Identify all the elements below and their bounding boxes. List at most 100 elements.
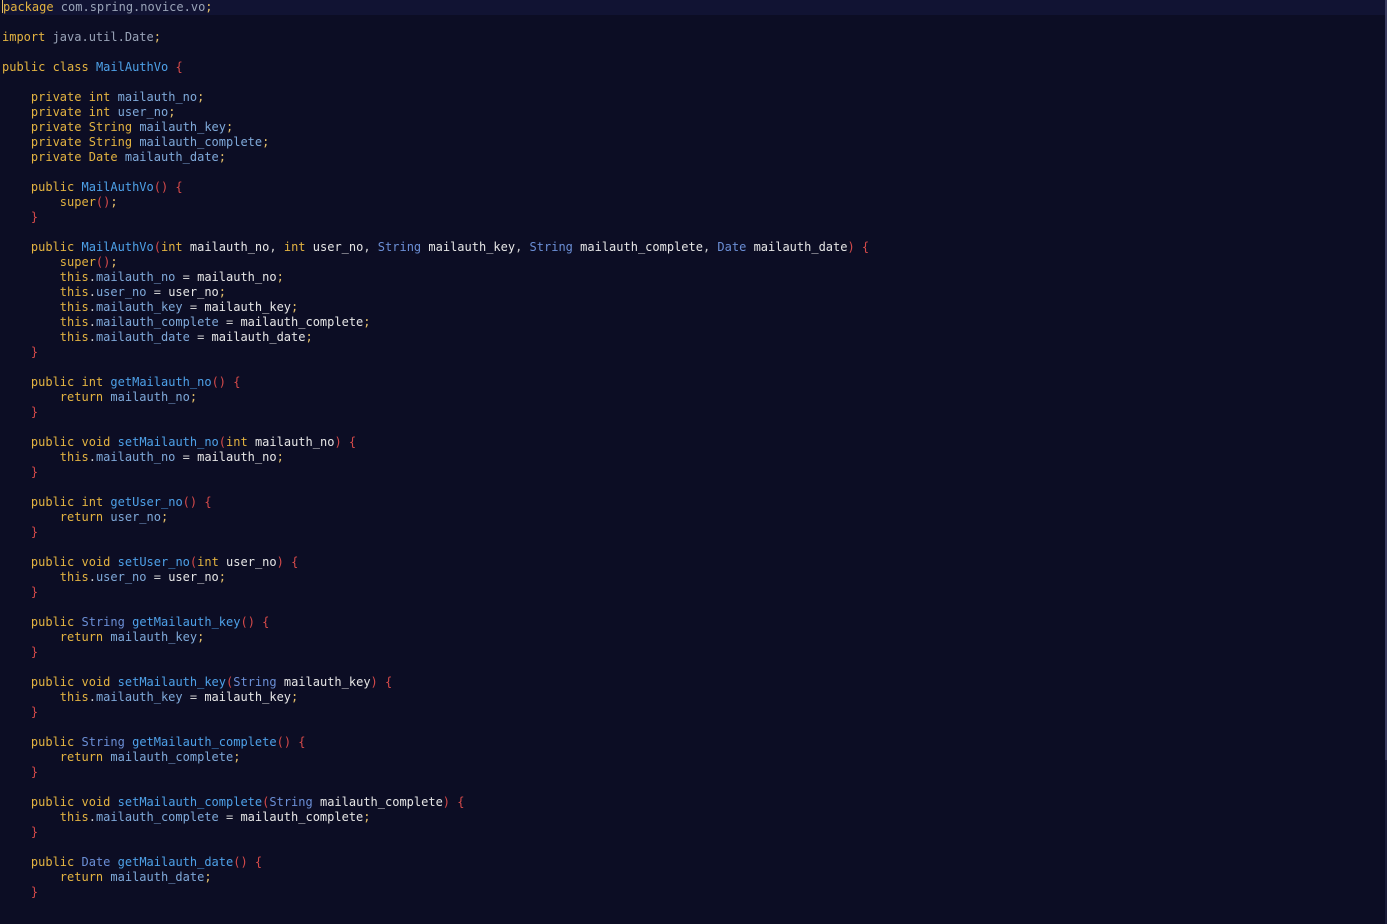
code-line[interactable]: return mailauth_date; (2, 870, 1387, 885)
code-token: = (182, 300, 205, 314)
code-token: mailauth_no (197, 450, 277, 464)
code-line[interactable]: public MailAuthVo(int mailauth_no, int u… (2, 240, 1387, 255)
code-line[interactable]: public void setMailauth_no(int mailauth_… (2, 435, 1387, 450)
code-line[interactable]: private Date mailauth_date; (2, 150, 1387, 165)
code-line[interactable]: return user_no; (2, 510, 1387, 525)
code-line[interactable] (2, 780, 1387, 795)
code-line[interactable]: public class MailAuthVo { (2, 60, 1387, 75)
code-line[interactable] (2, 165, 1387, 180)
code-line[interactable]: public void setMailauth_key(String maila… (2, 675, 1387, 690)
code-token: mailauth_date (110, 870, 205, 884)
code-line[interactable]: public void setMailauth_complete(String … (2, 795, 1387, 810)
code-line[interactable]: } (2, 705, 1387, 720)
code-line[interactable]: package com.spring.novice.vo; (2, 0, 1387, 15)
code-line[interactable]: this.mailauth_key = mailauth_key; (2, 690, 1387, 705)
code-line[interactable] (2, 660, 1387, 675)
code-line[interactable]: public int getMailauth_no() { (2, 375, 1387, 390)
code-token: user_no (95, 570, 147, 584)
code-line[interactable] (2, 840, 1387, 855)
code-line[interactable] (2, 225, 1387, 240)
code-token: int (88, 105, 111, 119)
code-line[interactable]: } (2, 585, 1387, 600)
code-token: user_no (117, 105, 169, 119)
code-token: mailauth_key (95, 690, 183, 704)
code-token: mailauth_no (197, 270, 277, 284)
code-line[interactable] (2, 720, 1387, 735)
code-line[interactable]: } (2, 645, 1387, 660)
code-line[interactable] (2, 480, 1387, 495)
code-line[interactable]: public String getMailauth_key() { (2, 615, 1387, 630)
code-token: String (269, 795, 313, 809)
code-token: class (52, 60, 89, 74)
code-token: mailauth_no (254, 435, 335, 449)
code-line[interactable]: } (2, 885, 1387, 900)
code-token: mailauth_complete (580, 240, 703, 254)
code-line[interactable]: } (2, 345, 1387, 360)
code-line[interactable]: this.user_no = user_no; (2, 285, 1387, 300)
code-line[interactable]: this.mailauth_no = mailauth_no; (2, 450, 1387, 465)
code-token: . (88, 450, 96, 464)
code-line[interactable]: import java.util.Date; (2, 30, 1387, 45)
code-line[interactable]: public String getMailauth_complete() { (2, 735, 1387, 750)
code-line[interactable]: this.mailauth_complete = mailauth_comple… (2, 315, 1387, 330)
code-line[interactable]: return mailauth_no; (2, 390, 1387, 405)
code-token: int (88, 90, 111, 104)
code-line[interactable]: } (2, 405, 1387, 420)
code-token: mailauth_complete (240, 810, 364, 824)
code-line[interactable] (2, 540, 1387, 555)
code-line[interactable]: this.mailauth_key = mailauth_key; (2, 300, 1387, 315)
code-token: } (30, 705, 39, 719)
code-line[interactable]: private int user_no; (2, 105, 1387, 120)
code-line[interactable] (2, 45, 1387, 60)
code-line[interactable]: } (2, 210, 1387, 225)
code-line[interactable]: this.mailauth_complete = mailauth_comple… (2, 810, 1387, 825)
code-line[interactable]: } (2, 765, 1387, 780)
code-editor[interactable]: package com.spring.novice.vo; import java… (0, 0, 1387, 924)
code-line[interactable]: public MailAuthVo() { (2, 180, 1387, 195)
code-line[interactable]: this.user_no = user_no; (2, 570, 1387, 585)
code-line[interactable]: return mailauth_key; (2, 630, 1387, 645)
code-token: () { (153, 180, 183, 194)
code-line[interactable] (2, 420, 1387, 435)
code-token: public (30, 240, 75, 254)
code-line[interactable]: return mailauth_complete; (2, 750, 1387, 765)
code-line[interactable]: private String mailauth_key; (2, 120, 1387, 135)
code-line[interactable]: public Date getMailauth_date() { (2, 855, 1387, 870)
code-line[interactable]: private int mailauth_no; (2, 90, 1387, 105)
code-token: return (59, 870, 104, 884)
code-line[interactable]: public void setUser_no(int user_no) { (2, 555, 1387, 570)
code-token: , (702, 240, 718, 254)
code-line[interactable]: } (2, 465, 1387, 480)
code-line[interactable] (2, 360, 1387, 375)
code-line[interactable]: private String mailauth_complete; (2, 135, 1387, 150)
code-line[interactable]: super(); (2, 255, 1387, 270)
code-line[interactable]: } (2, 825, 1387, 840)
code-token: this (59, 810, 89, 824)
code-token: . (88, 810, 96, 824)
code-line[interactable]: public int getUser_no() { (2, 495, 1387, 510)
code-token: String (88, 120, 133, 134)
code-token: ; (291, 690, 299, 704)
code-line[interactable] (2, 15, 1387, 30)
code-line[interactable]: super(); (2, 195, 1387, 210)
code-line[interactable] (2, 600, 1387, 615)
code-line[interactable] (2, 75, 1387, 90)
code-token: mailauth_no (95, 450, 176, 464)
code-token: ; (363, 810, 371, 824)
code-line[interactable]: this.mailauth_no = mailauth_no; (2, 270, 1387, 285)
code-area[interactable]: package com.spring.novice.vo; import java… (2, 0, 1387, 900)
code-token: this (59, 270, 89, 284)
code-line[interactable]: this.mailauth_date = mailauth_date; (2, 330, 1387, 345)
code-line[interactable]: } (2, 525, 1387, 540)
